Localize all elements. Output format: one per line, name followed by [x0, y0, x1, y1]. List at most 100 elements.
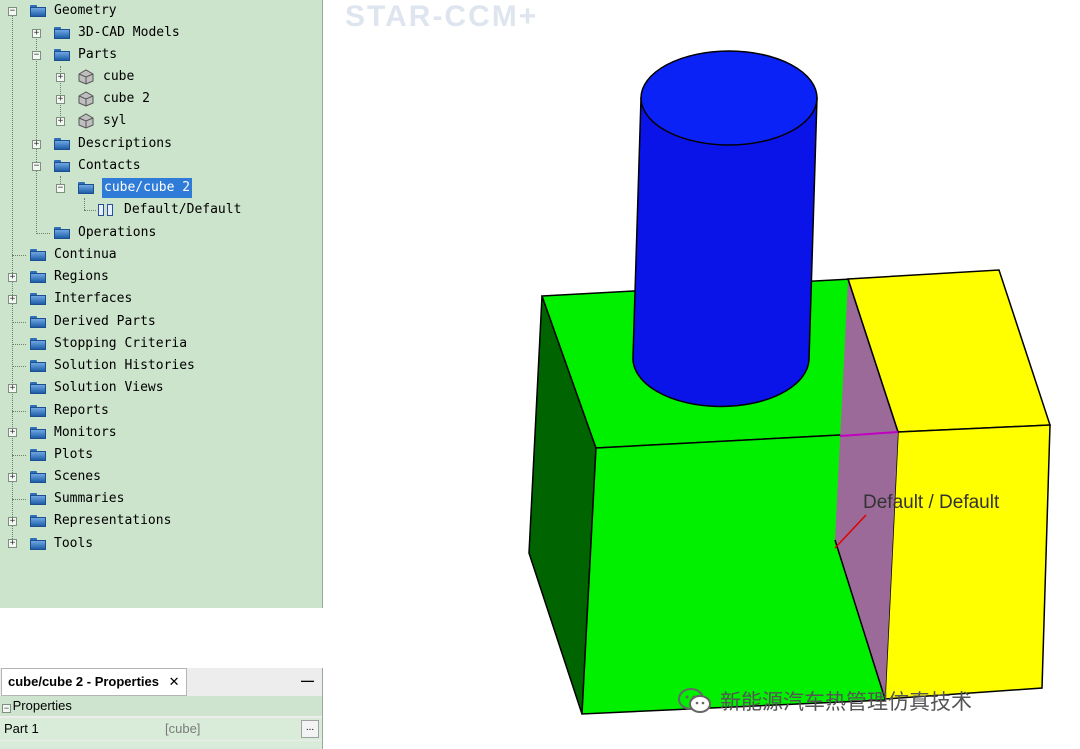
section-collapse-toggle[interactable]: − [2, 704, 11, 713]
tree-item-continua[interactable]: Continua [30, 245, 117, 265]
folder-icon [54, 138, 70, 150]
tree-item-label-selected: cube/cube 2 [102, 178, 193, 198]
graphics-viewport[interactable]: STAR-CCM+ Default / Default 新能源汽车热管理仿真技术 [323, 0, 1080, 749]
tree-item-contacts[interactable]: Contacts [54, 156, 141, 176]
tree-item-reports[interactable]: Reports [30, 401, 109, 421]
tree-item-stopping-criteria[interactable]: Stopping Criteria [30, 334, 187, 354]
tree-item-label: cube 2 [103, 91, 150, 106]
tree-expand-toggle[interactable]: + [56, 117, 65, 126]
tree-item-label: Contacts [78, 158, 141, 173]
tree-item-label: Scenes [54, 469, 101, 484]
properties-tab[interactable]: cube/cube 2 - Properties ✕ [1, 668, 187, 696]
tree-item-default-default[interactable]: Default/Default [98, 200, 241, 220]
tree-item-scenes[interactable]: Scenes [30, 467, 101, 487]
tree-item-label: Representations [54, 513, 172, 528]
tree-item-label: Summaries [54, 491, 125, 506]
property-name: Part 1 [4, 721, 39, 736]
tree-expand-toggle[interactable]: + [8, 384, 17, 393]
folder-icon [54, 49, 70, 61]
tree-expand-toggle[interactable]: + [8, 517, 17, 526]
tree-item-part-cube-2[interactable]: cube 2 [77, 89, 150, 109]
tree-collapse-toggle[interactable]: − [8, 7, 17, 16]
properties-panel: cube/cube 2 - Properties ✕ — − Propertie… [0, 668, 323, 749]
tree-item-label: 3D-CAD Models [78, 25, 180, 40]
folder-icon [30, 471, 46, 483]
tree-item-parts[interactable]: Parts [54, 45, 117, 65]
tree-item-monitors[interactable]: Monitors [30, 423, 117, 443]
folder-icon [30, 405, 46, 417]
tree-item-operations[interactable]: Operations [54, 223, 156, 243]
tree-collapse-toggle[interactable]: − [56, 184, 65, 193]
tree-item-interfaces[interactable]: Interfaces [30, 289, 132, 309]
tree-item-descriptions[interactable]: Descriptions [54, 134, 172, 154]
part-icon [78, 113, 94, 129]
tree-item-label: Default/Default [124, 202, 242, 217]
property-value[interactable]: [cube] [165, 718, 200, 740]
tree-item-summaries[interactable]: Summaries [30, 489, 124, 509]
tree-item-tools[interactable]: Tools [30, 534, 93, 554]
cube-2-front-face [884, 424, 1051, 700]
tree-item-solution-histories[interactable]: Solution Histories [30, 356, 195, 376]
tree-expand-toggle[interactable]: + [8, 473, 17, 482]
tree-item-label: Solution Views [54, 380, 164, 395]
tree-expand-toggle[interactable]: + [56, 95, 65, 104]
folder-icon [30, 493, 46, 505]
tree-item-derived-parts[interactable]: Derived Parts [30, 312, 156, 332]
tree-item-part-syl[interactable]: syl [77, 111, 126, 131]
tree-expand-toggle[interactable]: + [56, 73, 65, 82]
tree-collapse-toggle[interactable]: − [32, 51, 41, 60]
tree-item-label: Reports [54, 403, 109, 418]
scene-geometry [528, 50, 1052, 715]
tree-item-part-cube[interactable]: cube [77, 67, 134, 87]
folder-icon [30, 360, 46, 372]
tree-item-label: Stopping Criteria [54, 336, 188, 351]
wechat-watermark: 新能源汽车热管理仿真技术 [678, 686, 972, 716]
tree-expand-toggle[interactable]: + [32, 29, 41, 38]
folder-icon [30, 449, 46, 461]
folder-icon [30, 515, 46, 527]
tree-item-label: Solution Histories [54, 358, 195, 373]
tree-item-label: Plots [54, 447, 94, 462]
contact-label: Default / Default [863, 492, 1000, 513]
minimize-button[interactable]: — [301, 668, 314, 694]
tree-expand-toggle[interactable]: + [8, 428, 17, 437]
tree-item-label: cube [103, 69, 135, 84]
tree-item-label: Operations [78, 225, 157, 240]
property-row-part-1: Part 1 [cube] ... [0, 718, 322, 740]
property-row [0, 741, 322, 749]
tree-item-label: Monitors [54, 425, 117, 440]
part-icon [78, 69, 94, 85]
tree-item-plots[interactable]: Plots [30, 445, 93, 465]
wechat-icon [678, 688, 711, 713]
tree-item-contact-cube-cube-2[interactable]: cube/cube 2 [78, 178, 193, 198]
cylinder-top [640, 50, 818, 146]
tree-expand-toggle[interactable]: + [8, 295, 17, 304]
folder-icon [30, 427, 46, 439]
folder-icon [30, 538, 46, 550]
tree-item-label: Parts [78, 47, 118, 62]
tree-item-geometry[interactable]: Geometry [30, 1, 117, 21]
tree-item-label: Regions [54, 269, 109, 284]
property-edit-button[interactable]: ... [301, 720, 319, 738]
tree-expand-toggle[interactable]: + [8, 539, 17, 548]
properties-section-header[interactable]: − Properties [0, 696, 322, 716]
folder-icon [54, 160, 70, 172]
tree-expand-toggle[interactable]: + [32, 140, 41, 149]
tree-item-regions[interactable]: Regions [30, 267, 109, 287]
part-icon [78, 91, 94, 107]
tree-expand-toggle[interactable]: + [8, 273, 17, 282]
tree-item-label: Interfaces [54, 291, 133, 306]
contact-icon [98, 204, 116, 216]
tree-item-representations[interactable]: Representations [30, 511, 171, 531]
simulation-tree: − + − + + + + − − + + + + + + + Geometry… [0, 0, 323, 608]
tree-collapse-toggle[interactable]: − [32, 162, 41, 171]
close-icon[interactable]: ✕ [169, 674, 180, 689]
tree-item-3d-cad-models[interactable]: 3D-CAD Models [54, 23, 180, 43]
folder-icon [54, 227, 70, 239]
tree-item-label: Geometry [54, 3, 117, 18]
folder-icon [30, 271, 46, 283]
tree-item-solution-views[interactable]: Solution Views [30, 378, 164, 398]
folder-icon [30, 316, 46, 328]
tree-item-label: Tools [54, 536, 94, 551]
folder-icon [78, 182, 94, 194]
